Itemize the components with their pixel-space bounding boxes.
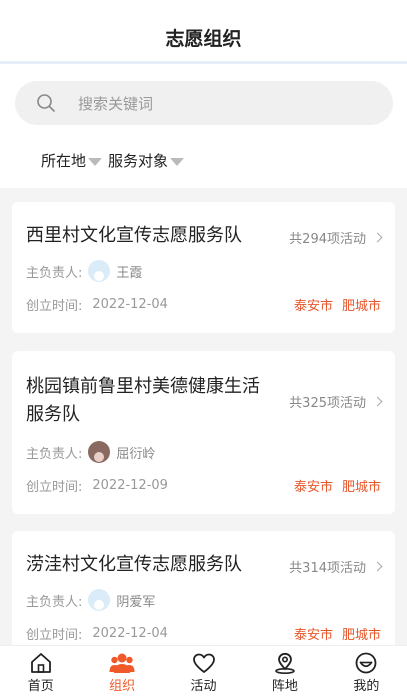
founded-date: 2022-12-04 bbox=[92, 626, 168, 641]
tab-label: 首页 bbox=[27, 679, 54, 694]
org-card[interactable]: 西里村文化宣传志愿服务队 共294项活动 主负责人: 王霞 创立时间: 2022… bbox=[12, 202, 395, 333]
smile-icon bbox=[355, 652, 377, 674]
founded-row: 创立时间: 2022-12-04 bbox=[26, 624, 168, 643]
leader-name: 阴爱军 bbox=[116, 594, 156, 610]
avatar bbox=[88, 441, 111, 463]
leader-row: 主负责人: 屈衍岭 bbox=[26, 441, 155, 463]
city-tag: 肥城市 bbox=[341, 628, 381, 643]
founded-label: 创立时间: bbox=[26, 628, 83, 643]
leader-name: 屈衍岭 bbox=[116, 446, 156, 462]
avatar bbox=[88, 589, 111, 611]
avatar bbox=[88, 260, 111, 282]
leader-label: 主负责人: bbox=[26, 594, 83, 610]
leader-row: 主负责人: 王霞 bbox=[26, 260, 142, 282]
tab-mine[interactable]: 我的 bbox=[326, 646, 407, 698]
activity-count[interactable]: 共314项活动 bbox=[289, 557, 383, 576]
city-tag: 泰安市 bbox=[293, 628, 333, 643]
tab-position[interactable]: 阵地 bbox=[244, 646, 325, 698]
search-filter-area: 搜索关键词 所在地 服务对象 bbox=[0, 64, 407, 188]
tab-home[interactable]: 首页 bbox=[0, 646, 81, 698]
founded-date: 2022-12-09 bbox=[92, 478, 168, 493]
city-tag: 泰安市 bbox=[293, 299, 333, 314]
filter-label: 服务对象 bbox=[108, 152, 169, 170]
triangle-down-icon bbox=[88, 157, 103, 166]
group-icon bbox=[109, 653, 135, 673]
activity-count[interactable]: 共294项活动 bbox=[289, 228, 383, 247]
tab-label: 我的 bbox=[353, 679, 380, 694]
activity-count-label: 共294项活动 bbox=[289, 232, 366, 247]
city-tag: 肥城市 bbox=[341, 480, 381, 495]
chevron-right-icon bbox=[372, 396, 383, 407]
org-title: 涝洼村文化宣传志愿服务队 bbox=[26, 554, 242, 575]
tab-label: 活动 bbox=[190, 679, 217, 694]
filter-label: 所在地 bbox=[41, 152, 87, 170]
location-icon bbox=[275, 652, 295, 674]
filter-location[interactable]: 所在地 bbox=[41, 150, 103, 171]
org-card[interactable]: 涝洼村文化宣传志愿服务队 共314项活动 主负责人: 阴爱军 创立时间: 202… bbox=[12, 531, 395, 662]
founded-label: 创立时间: bbox=[26, 299, 83, 314]
org-title: 西里村文化宣传志愿服务队 bbox=[26, 225, 242, 246]
city-tags: 泰安市 肥城市 bbox=[294, 476, 381, 495]
home-icon bbox=[30, 653, 51, 673]
search-input[interactable]: 搜索关键词 bbox=[15, 81, 393, 125]
header-bar: 志愿组织 bbox=[0, 0, 407, 62]
founded-label: 创立时间: bbox=[26, 480, 83, 495]
search-placeholder: 搜索关键词 bbox=[78, 95, 154, 113]
filter-service-target[interactable]: 服务对象 bbox=[108, 150, 185, 171]
leader-name: 王霞 bbox=[116, 265, 143, 281]
founded-row: 创立时间: 2022-12-04 bbox=[26, 295, 168, 314]
tab-label: 组织 bbox=[109, 679, 136, 694]
filter-bar: 所在地 服务对象 bbox=[41, 150, 185, 171]
founded-date: 2022-12-04 bbox=[92, 297, 168, 312]
city-tag: 泰安市 bbox=[293, 480, 333, 495]
city-tag: 肥城市 bbox=[341, 299, 381, 314]
tab-organization[interactable]: 组织 bbox=[81, 646, 162, 698]
org-card[interactable]: 桃园镇前鲁里村美德健康生活服务队 共325项活动 主负责人: 屈衍岭 创立时间:… bbox=[12, 351, 395, 514]
leader-row: 主负责人: 阴爱军 bbox=[26, 589, 155, 611]
leader-label: 主负责人: bbox=[26, 265, 83, 281]
activity-count-label: 共314项活动 bbox=[289, 561, 366, 576]
chevron-right-icon bbox=[372, 232, 383, 243]
tab-label: 阵地 bbox=[271, 679, 298, 694]
page-title: 志愿组织 bbox=[165, 27, 242, 50]
triangle-down-icon bbox=[170, 157, 185, 166]
activity-count[interactable]: 共325项活动 bbox=[289, 392, 383, 411]
heart-icon bbox=[192, 653, 215, 673]
bottom-tab-bar: 首页 组织 活动 阵地 我的 bbox=[0, 645, 407, 698]
city-tags: 泰安市 肥城市 bbox=[294, 295, 381, 314]
org-title: 桃园镇前鲁里村美德健康生活服务队 bbox=[26, 376, 260, 425]
city-tags: 泰安市 肥城市 bbox=[294, 624, 381, 643]
leader-label: 主负责人: bbox=[26, 446, 83, 462]
chevron-right-icon bbox=[372, 561, 383, 572]
activity-count-label: 共325项活动 bbox=[289, 396, 366, 411]
founded-row: 创立时间: 2022-12-09 bbox=[26, 476, 168, 495]
tab-activity[interactable]: 活动 bbox=[163, 646, 244, 698]
search-icon bbox=[37, 94, 55, 112]
